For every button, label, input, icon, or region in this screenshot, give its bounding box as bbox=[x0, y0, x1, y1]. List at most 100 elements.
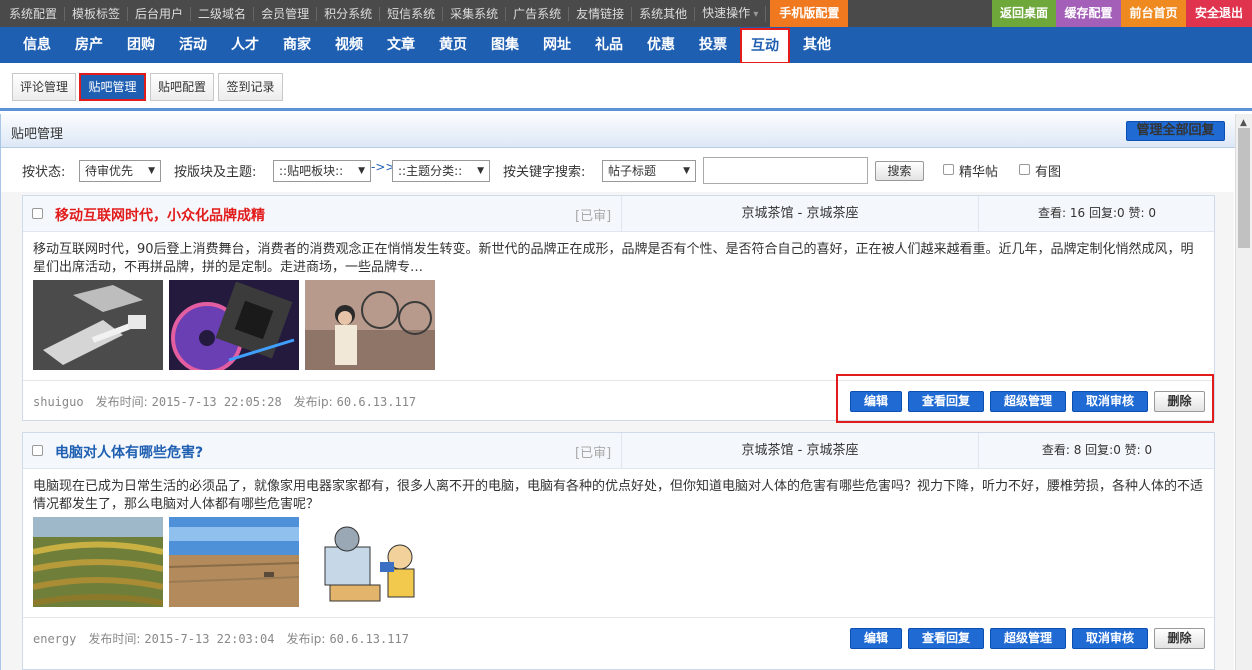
nav-merchants[interactable]: 商家 bbox=[282, 27, 312, 63]
delete-button[interactable]: 删除 bbox=[1154, 628, 1205, 649]
nav-articles[interactable]: 文章 bbox=[386, 27, 416, 63]
manage-all-replies-button[interactable]: 管理全部回复 bbox=[1126, 121, 1225, 141]
post-ip-label: 发布ip: bbox=[286, 632, 326, 646]
nav-websites[interactable]: 网址 bbox=[542, 27, 572, 63]
post-image[interactable] bbox=[169, 517, 299, 607]
post-footer: shuiguo 发布时间: 2015-7-13 22:05:28 发布ip: 60.6.… bbox=[23, 380, 1214, 422]
post-image[interactable] bbox=[305, 517, 435, 607]
post-time: 2015-7-13 22:05:28 bbox=[151, 395, 282, 409]
logout-button[interactable]: 安全退出 bbox=[1186, 0, 1252, 27]
scroll-up-icon[interactable]: ▲ bbox=[1240, 118, 1247, 128]
post-stats: 查看: 16 回复:0 赞: 0 bbox=[1038, 206, 1156, 220]
nav-discounts[interactable]: 优惠 bbox=[646, 27, 676, 63]
nav-jobs[interactable]: 人才 bbox=[230, 27, 260, 63]
edit-button[interactable]: 编辑 bbox=[850, 628, 902, 649]
featured-checkbox[interactable] bbox=[943, 164, 954, 175]
topic-select[interactable]: ::主题分类:: bbox=[392, 160, 490, 182]
top-link-points[interactable]: 积分系统 bbox=[317, 6, 381, 21]
status-select-value: 待审优先 bbox=[85, 164, 134, 178]
keyword-filter-label: 按关键字搜索: bbox=[503, 165, 586, 180]
post-forum[interactable]: 京城茶馆 - 京城茶座 bbox=[621, 433, 979, 468]
scrollbar[interactable]: ▲ bbox=[1235, 114, 1252, 670]
top-link-template-tags[interactable]: 模板标签 bbox=[65, 6, 129, 21]
top-link-crawler[interactable]: 采集系统 bbox=[443, 6, 507, 21]
has-image-checkbox[interactable] bbox=[1019, 164, 1030, 175]
super-manage-button[interactable]: 超级管理 bbox=[990, 628, 1066, 649]
keyword-field-value: 帖子标题 bbox=[608, 164, 657, 178]
post-meta: shuiguo 发布时间: 2015-7-13 22:05:28 发布ip: 60.6.… bbox=[33, 393, 416, 410]
post-footer: energy 发布时间: 2015-7-13 22:03:04 发布ip: 60.6.1… bbox=[23, 617, 1214, 659]
post-ip: 60.6.13.117 bbox=[329, 632, 409, 646]
nav-yellow-pages[interactable]: 黄页 bbox=[438, 27, 468, 63]
top-link-subdomain[interactable]: 二级域名 bbox=[191, 6, 255, 21]
status-select[interactable]: 待审优先 bbox=[79, 160, 161, 182]
view-replies-button[interactable]: 查看回复 bbox=[908, 628, 984, 649]
post-image[interactable] bbox=[33, 517, 163, 607]
cancel-review-button[interactable]: 取消审核 bbox=[1072, 628, 1148, 649]
top-bar: 系统配置 模板标签 后台用户 二级域名 会员管理 积分系统 短信系统 采集系统 … bbox=[0, 0, 1252, 27]
mobile-config-button[interactable]: 手机版配置 bbox=[770, 0, 849, 27]
panel-title-bar: 贴吧管理 管理全部回复 bbox=[1, 114, 1235, 148]
cd-chip-photo bbox=[169, 280, 299, 370]
search-button[interactable]: 搜索 bbox=[875, 161, 924, 181]
nav-vote[interactable]: 投票 bbox=[698, 27, 728, 63]
cancel-review-button[interactable]: 取消审核 bbox=[1072, 391, 1148, 412]
post-excerpt: 电脑现在已成为日常生活的必须品了，就像家用电器家家都有，很多人离不开的电脑，电脑… bbox=[33, 479, 1204, 512]
post-header: 电脑对人体有哪些危害? [已审] 京城茶馆 - 京城茶座 查看: 8 回复:0 … bbox=[23, 433, 1214, 469]
nav-interaction[interactable]: 互动 bbox=[740, 28, 790, 64]
status-filter-label: 按状态: bbox=[22, 165, 66, 180]
post-status: [已审] bbox=[575, 209, 612, 224]
post-status: [已审] bbox=[575, 446, 612, 461]
post-author[interactable]: shuiguo bbox=[33, 395, 84, 409]
top-link-system-config[interactable]: 系统配置 bbox=[0, 6, 66, 21]
top-link-sms[interactable]: 短信系统 bbox=[380, 6, 444, 21]
tab-checkin-records[interactable]: 签到记录 bbox=[218, 73, 283, 101]
post-image[interactable] bbox=[33, 280, 163, 370]
tab-tieba-config[interactable]: 贴吧配置 bbox=[150, 73, 214, 101]
filter-bar: 按状态: 待审优先 按版块及主题: ::贴吧板块:: ->> ::主题分类:: … bbox=[1, 148, 1235, 192]
keyword-field-select[interactable]: 帖子标题 bbox=[602, 160, 696, 182]
post-title[interactable]: 电脑对人体有哪些危害? bbox=[55, 442, 203, 462]
delete-button[interactable]: 删除 bbox=[1154, 391, 1205, 412]
post-select-checkbox[interactable] bbox=[32, 208, 43, 219]
view-replies-button[interactable]: 查看回复 bbox=[908, 391, 984, 412]
tab-comment-manage[interactable]: 评论管理 bbox=[12, 73, 76, 101]
nav-other[interactable]: 其他 bbox=[802, 27, 832, 63]
scrollbar-thumb[interactable] bbox=[1238, 128, 1250, 248]
post-header: 移动互联网时代，小众化品牌成精 [已审] 京城茶馆 - 京城茶座 查看: 16 … bbox=[23, 196, 1214, 232]
featured-label: 精华帖 bbox=[959, 165, 999, 180]
nav-events[interactable]: 活动 bbox=[178, 27, 208, 63]
post-select-checkbox[interactable] bbox=[32, 445, 43, 456]
nav-video[interactable]: 视频 bbox=[334, 27, 364, 63]
post-stats: 查看: 8 回复:0 赞: 0 bbox=[1041, 443, 1153, 457]
tab-tieba-manage[interactable]: 贴吧管理 bbox=[79, 73, 146, 101]
section-select[interactable]: ::贴吧板块:: bbox=[273, 160, 371, 182]
super-manage-button[interactable]: 超级管理 bbox=[990, 391, 1066, 412]
edit-button[interactable]: 编辑 bbox=[850, 391, 902, 412]
has-image-label: 有图 bbox=[1035, 165, 1062, 180]
nav-info[interactable]: 信息 bbox=[22, 27, 52, 63]
top-link-members[interactable]: 会员管理 bbox=[254, 6, 318, 21]
panel-title: 贴吧管理 bbox=[11, 127, 64, 142]
computer-cartoon bbox=[305, 517, 435, 607]
nav-groupbuy[interactable]: 团购 bbox=[126, 27, 156, 63]
return-desktop-button[interactable]: 返回桌面 bbox=[992, 0, 1056, 27]
top-link-ads[interactable]: 广告系统 bbox=[506, 6, 570, 21]
cache-config-button[interactable]: 缓存配置 bbox=[1056, 0, 1121, 27]
nav-house[interactable]: 房产 bbox=[74, 27, 104, 63]
keyword-search-input[interactable] bbox=[703, 157, 868, 184]
top-link-admin-users[interactable]: 后台用户 bbox=[128, 6, 192, 21]
nav-gallery[interactable]: 图集 bbox=[490, 27, 520, 63]
post-forum[interactable]: 京城茶馆 - 京城茶座 bbox=[621, 196, 979, 231]
top-link-system-other[interactable]: 系统其他 bbox=[632, 6, 696, 21]
post-image[interactable] bbox=[169, 280, 299, 370]
post-image[interactable] bbox=[305, 280, 435, 370]
post-author[interactable]: energy bbox=[33, 632, 76, 646]
post-ip-label: 发布ip: bbox=[293, 395, 333, 409]
top-link-friend-links[interactable]: 友情链接 bbox=[569, 6, 633, 21]
post-time-label: 发布时间: bbox=[95, 395, 148, 409]
nav-gifts[interactable]: 礼品 bbox=[594, 27, 624, 63]
top-link-quick-ops[interactable]: 快速操作 bbox=[695, 5, 767, 22]
post-title[interactable]: 移动互联网时代，小众化品牌成精 bbox=[55, 205, 265, 225]
frontend-home-button[interactable]: 前台首页 bbox=[1121, 0, 1186, 27]
